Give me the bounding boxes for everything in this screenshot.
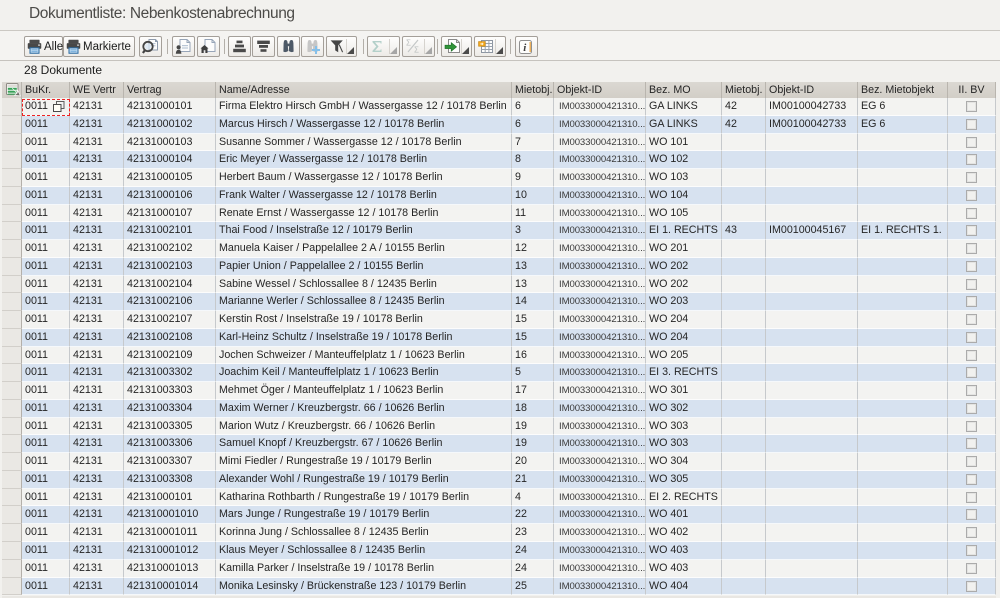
svg-text:Σ: Σ [406,39,411,48]
svg-text:Σ: Σ [414,46,419,55]
